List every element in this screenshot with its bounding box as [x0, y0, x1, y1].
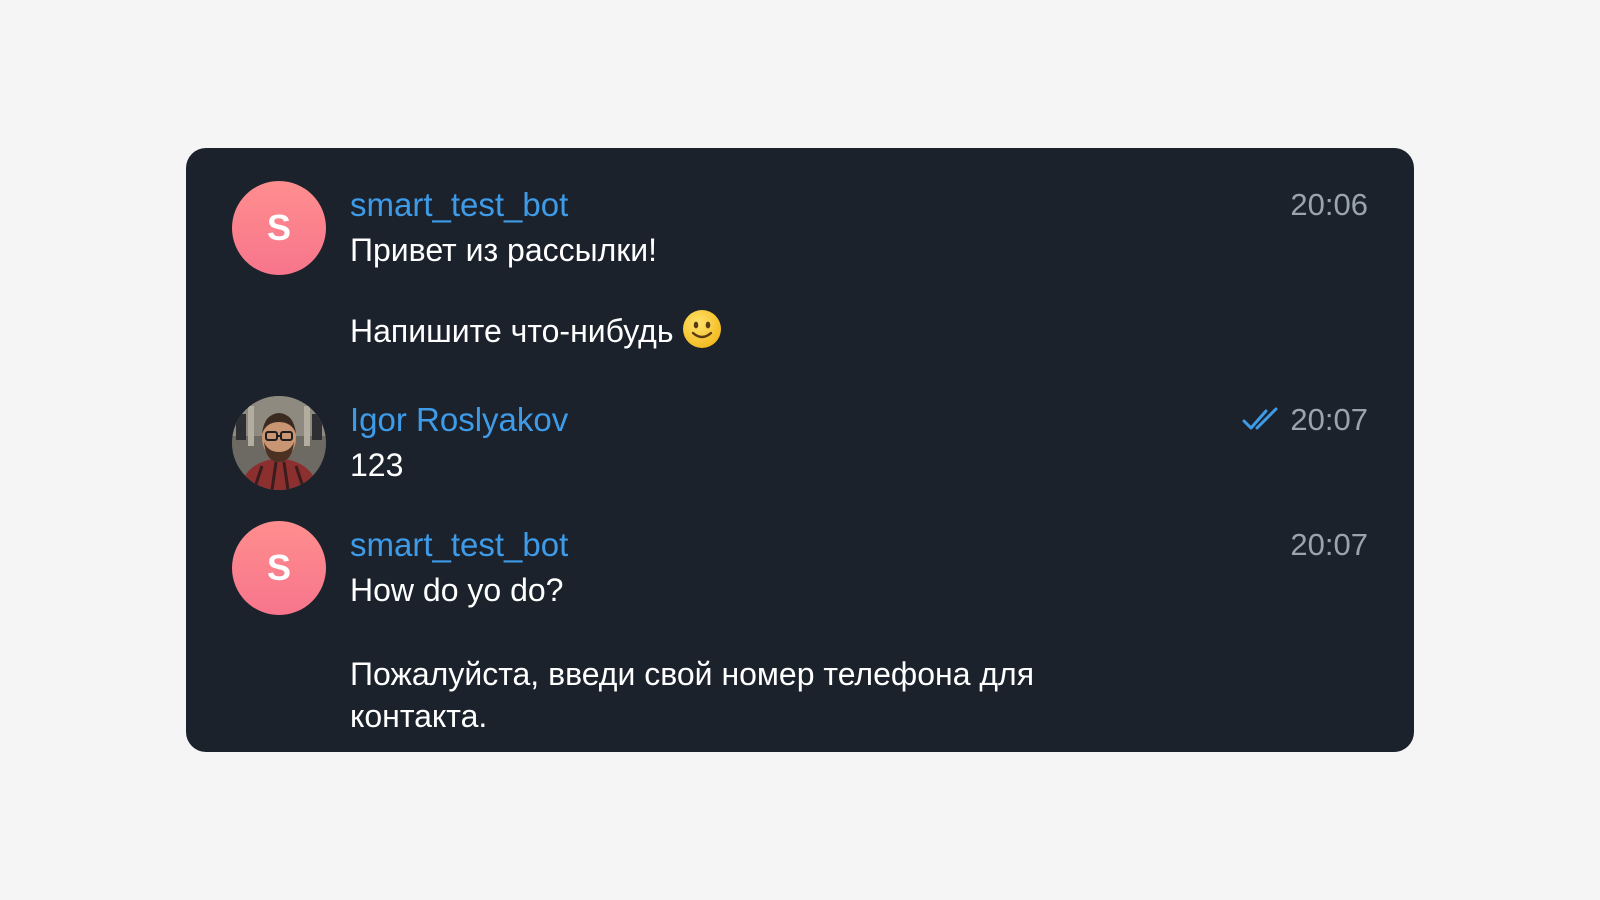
avatar-letter: S: [266, 547, 291, 588]
message-text-third: контакта.: [350, 698, 488, 734]
message-text-second: Напишите что-нибудь: [350, 313, 674, 349]
bot-avatar[interactable]: S: [232, 181, 326, 275]
message-meta: 20:07: [1242, 400, 1368, 440]
message-2[interactable]: Igor Roslyakov 20:07 123: [232, 396, 1368, 496]
chat-panel: S smart_test_bot 20:06 Привет из рассылк…: [186, 148, 1414, 752]
timestamp: 20:07: [1290, 527, 1368, 562]
user-photo-icon: [232, 396, 326, 490]
slightly-smiling-face-icon: [682, 309, 722, 349]
message-text: Привет из рассылки!: [350, 232, 658, 268]
message-meta: 20:06: [1290, 185, 1368, 225]
message-3[interactable]: S smart_test_bot 20:07 How do yo do? Пож…: [232, 521, 1368, 741]
user-avatar[interactable]: [232, 396, 326, 490]
message-text: How do yo do?: [350, 572, 564, 608]
message-meta: 20:07: [1290, 525, 1368, 565]
message-text-line: Напишите что-нибудь: [350, 309, 722, 352]
sender-name[interactable]: smart_test_bot: [350, 185, 568, 225]
message-1[interactable]: S smart_test_bot 20:06 Привет из рассылк…: [232, 181, 1368, 351]
sender-name[interactable]: smart_test_bot: [350, 525, 568, 565]
message-text: 123: [350, 447, 404, 483]
double-check-icon: [1242, 407, 1278, 430]
avatar-letter: S: [266, 207, 291, 248]
bot-avatar[interactable]: S: [232, 521, 326, 615]
message-text-second: Пожалуйста, введи свой номер телефона дл…: [350, 656, 1035, 692]
sender-name[interactable]: Igor Roslyakov: [350, 400, 568, 440]
timestamp: 20:07: [1290, 402, 1368, 437]
timestamp: 20:06: [1290, 187, 1368, 222]
